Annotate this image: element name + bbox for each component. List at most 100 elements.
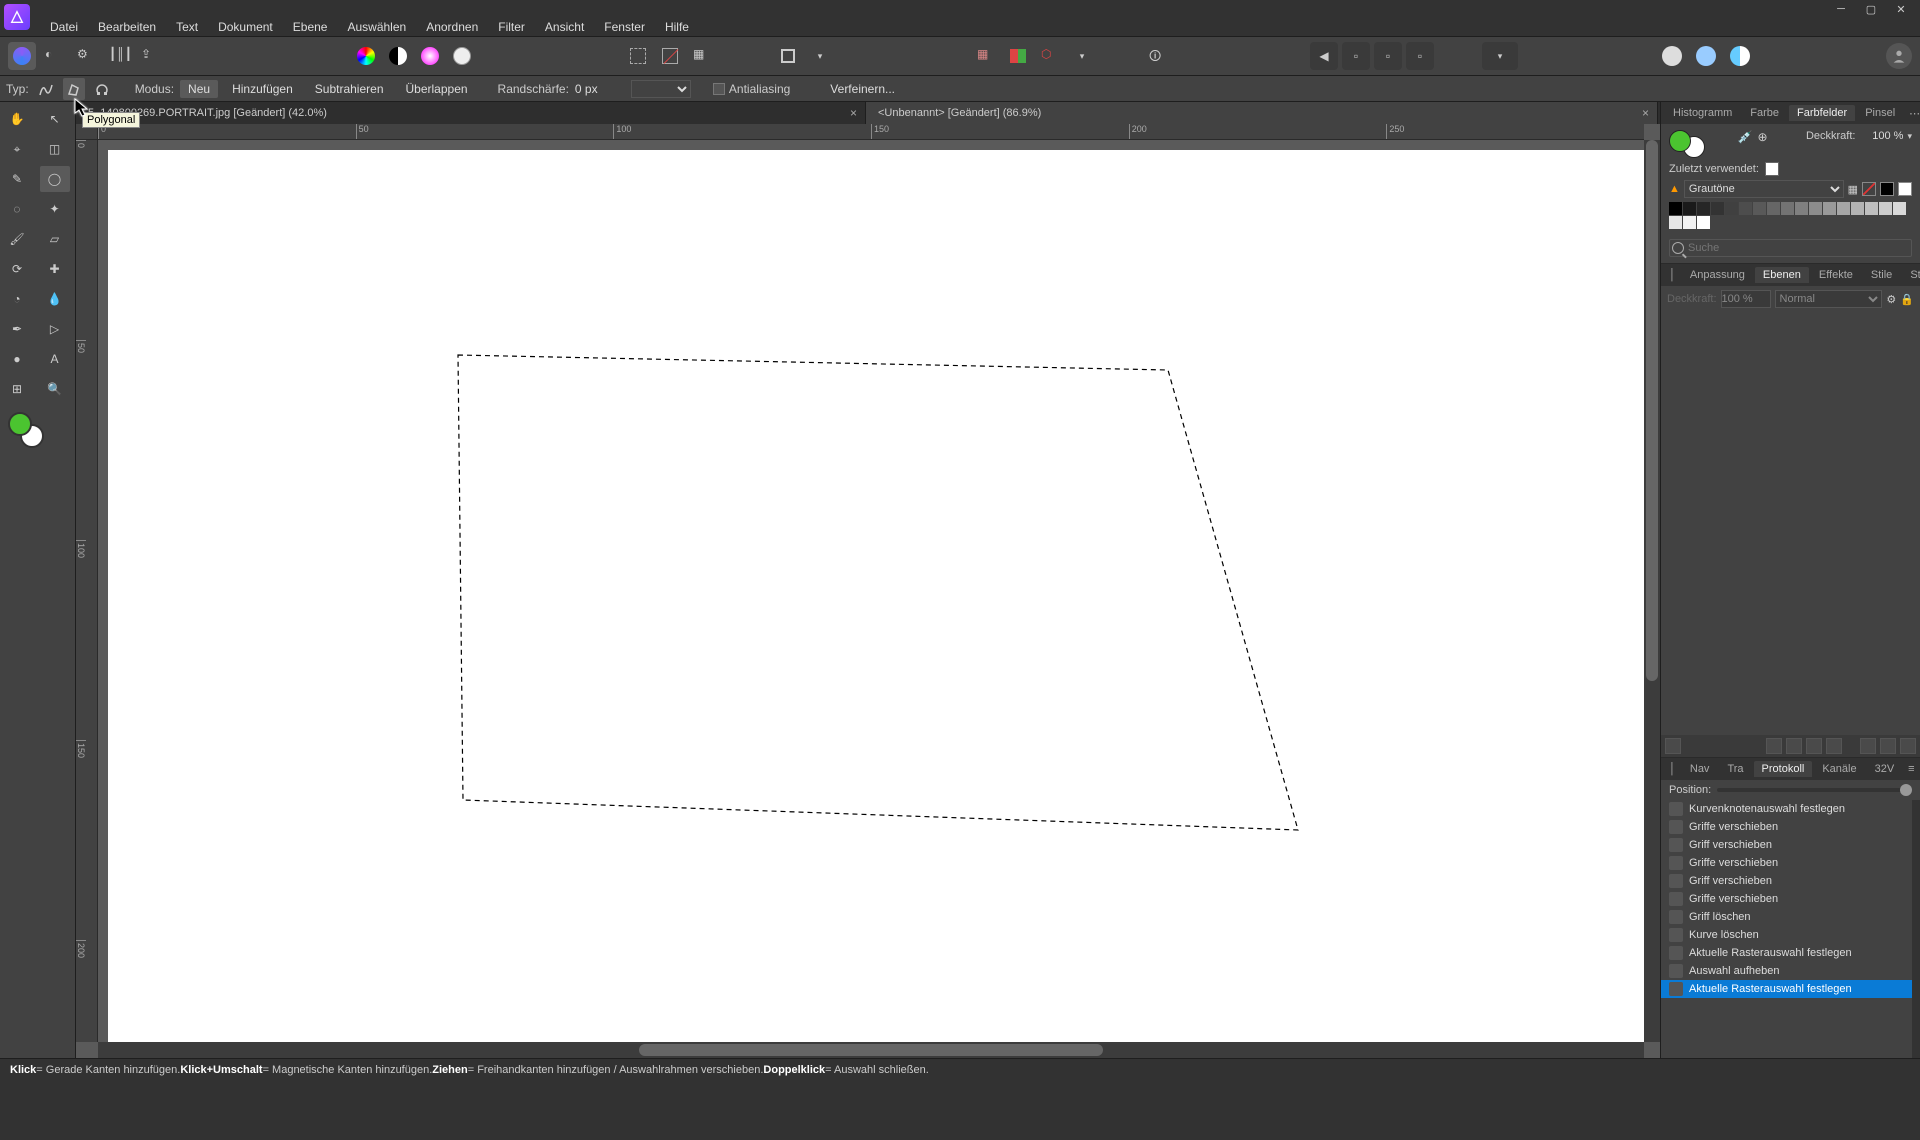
palette-none-icon[interactable] — [1862, 182, 1876, 196]
polygonal-type-icon[interactable] — [63, 78, 85, 100]
dropdown-icon[interactable]: ▾ — [1482, 42, 1518, 70]
layer-thumb-icon[interactable] — [1665, 738, 1681, 754]
swatch[interactable] — [1795, 202, 1808, 215]
blur-tool[interactable]: 💧 — [40, 286, 70, 312]
export-persona[interactable]: ⇪ — [136, 42, 164, 70]
paint-brush-tool[interactable]: 🖌 — [2, 226, 32, 252]
menu-auswählen[interactable]: Auswählen — [337, 18, 416, 36]
refine-button[interactable]: Verfeinern... — [822, 80, 903, 98]
cloud-2-icon[interactable] — [1692, 42, 1720, 70]
opacity-input[interactable] — [1859, 130, 1903, 142]
crop-tool[interactable]: ◫ — [40, 136, 70, 162]
mode-add[interactable]: Hinzufügen — [224, 80, 301, 98]
swatch[interactable] — [1865, 202, 1878, 215]
crop-dropdown-icon[interactable]: ▾ — [806, 42, 834, 70]
swatch[interactable] — [1781, 202, 1794, 215]
swatch[interactable] — [1809, 202, 1822, 215]
foreground-color[interactable] — [8, 412, 32, 436]
white-circle-icon[interactable] — [448, 42, 476, 70]
history-tab-2[interactable]: Protokoll — [1754, 761, 1813, 777]
nav-3-icon[interactable]: ▫ — [1406, 42, 1434, 70]
move-tool[interactable]: ↖ — [40, 106, 70, 132]
group-icon[interactable] — [1860, 738, 1876, 754]
layer-opacity-input[interactable] — [1721, 290, 1771, 308]
swatch[interactable] — [1697, 202, 1710, 215]
pen-tool[interactable]: ✒ — [2, 316, 32, 342]
feather-input[interactable] — [575, 82, 625, 96]
grid-icon[interactable]: ▦ — [972, 42, 1000, 70]
swatch-add-icon[interactable]: ⊕ — [1757, 130, 1773, 146]
nav-back-icon[interactable]: ◀ — [1310, 42, 1338, 70]
crop-tool-icon[interactable] — [774, 42, 802, 70]
user-avatar[interactable] — [1886, 43, 1912, 69]
menu-ansicht[interactable]: Ansicht — [535, 18, 594, 36]
document-tab-1[interactable]: <Unbenannt> [Geändert] (86.9%)× — [866, 102, 1658, 124]
history-item[interactable]: Griffe verschieben — [1661, 890, 1912, 908]
menu-fenster[interactable]: Fenster — [594, 18, 655, 36]
cloud-1-icon[interactable] — [1658, 42, 1686, 70]
swatch-search-input[interactable] — [1688, 242, 1909, 254]
history-item[interactable]: Griff verschieben — [1661, 836, 1912, 854]
layer-tab-2[interactable]: Effekte — [1811, 267, 1861, 283]
hand-tool[interactable]: ✋ — [2, 106, 32, 132]
swatch-tab-0[interactable]: Histogramm — [1665, 105, 1740, 121]
swatch[interactable] — [1669, 216, 1682, 229]
ruler-vertical[interactable]: 050100150200 — [76, 140, 98, 1042]
history-list[interactable]: Kurvenknotenauswahl festlegenGriffe vers… — [1661, 800, 1912, 1058]
vertical-scroll-thumb[interactable] — [1646, 140, 1658, 681]
grid-color-icon[interactable] — [1004, 42, 1032, 70]
magnetic-type-icon[interactable] — [91, 78, 113, 100]
layer-tab-4[interactable]: Stock — [1902, 267, 1920, 283]
freehand-type-icon[interactable] — [35, 78, 57, 100]
history-item[interactable]: Griffe verschieben — [1661, 818, 1912, 836]
palette-white-icon[interactable] — [1898, 182, 1912, 196]
swatch[interactable] — [1725, 202, 1738, 215]
delete-layer-icon[interactable] — [1900, 738, 1916, 754]
history-item[interactable]: Aktuelle Rasterauswahl festlegen — [1661, 944, 1912, 962]
quick-mask-icon[interactable]: ▦ — [688, 42, 716, 70]
mode-intersect[interactable]: Überlappen — [398, 80, 476, 98]
menu-anordnen[interactable]: Anordnen — [416, 18, 488, 36]
selection-brush-tool[interactable]: ✎ — [2, 166, 32, 192]
layer-lock-icon[interactable]: 🔒 — [1900, 293, 1914, 306]
tab-close-icon[interactable]: × — [850, 106, 857, 120]
swatch[interactable] — [1669, 202, 1682, 215]
ruler-horizontal[interactable]: 050100150200250 — [98, 124, 1644, 140]
tone-mapping-persona[interactable]: ┃║┃ — [104, 42, 132, 70]
history-item[interactable]: Griffe verschieben — [1661, 854, 1912, 872]
horizontal-scroll-thumb[interactable] — [639, 1044, 1103, 1056]
panel-handle-icon[interactable]: │ — [1665, 761, 1680, 777]
maximize-button[interactable]: ▢ — [1856, 0, 1886, 18]
add-layer-icon[interactable] — [1880, 738, 1896, 754]
contrast-icon[interactable] — [384, 42, 412, 70]
history-item[interactable]: Griff löschen — [1661, 908, 1912, 926]
heal-tool[interactable]: ✚ — [40, 256, 70, 282]
develop-persona[interactable]: ⚙ — [72, 42, 100, 70]
swatch[interactable] — [1879, 202, 1892, 215]
palette-grid-icon[interactable]: ▦ — [1848, 183, 1858, 196]
dodge-tool[interactable]: ◔ — [2, 286, 32, 312]
layers-list[interactable] — [1661, 312, 1920, 735]
history-slider[interactable] — [1717, 788, 1912, 792]
swatch[interactable] — [1683, 216, 1696, 229]
mode-subtract[interactable]: Subtrahieren — [307, 80, 392, 98]
eyedropper-icon[interactable]: 💉 — [1737, 130, 1753, 146]
horizontal-scrollbar[interactable] — [98, 1042, 1644, 1058]
palette-select[interactable]: Grautöne — [1684, 180, 1844, 198]
antialias-checkbox[interactable]: Antialiasing — [713, 82, 790, 96]
history-tab-3[interactable]: Kanäle — [1814, 761, 1864, 777]
history-item[interactable]: Kurve löschen — [1661, 926, 1912, 944]
snap-icon[interactable]: ⬡ — [1036, 42, 1064, 70]
history-tab-1[interactable]: Tra — [1719, 761, 1751, 777]
canvas-viewport[interactable] — [98, 140, 1644, 1042]
swatch[interactable] — [1837, 202, 1850, 215]
menu-dokument[interactable]: Dokument — [208, 18, 283, 36]
opacity-dropdown-icon[interactable]: ▾ — [1907, 131, 1912, 142]
app-logo[interactable] — [4, 4, 30, 30]
history-item[interactable]: Kurvenknotenauswahl festlegen — [1661, 800, 1912, 818]
layer-tab-3[interactable]: Stile — [1863, 267, 1900, 283]
color-picker[interactable] — [8, 412, 44, 448]
menu-text[interactable]: Text — [166, 18, 208, 36]
mesh-tool[interactable]: ⊞ — [2, 376, 32, 402]
close-window-button[interactable]: ✕ — [1886, 0, 1916, 18]
